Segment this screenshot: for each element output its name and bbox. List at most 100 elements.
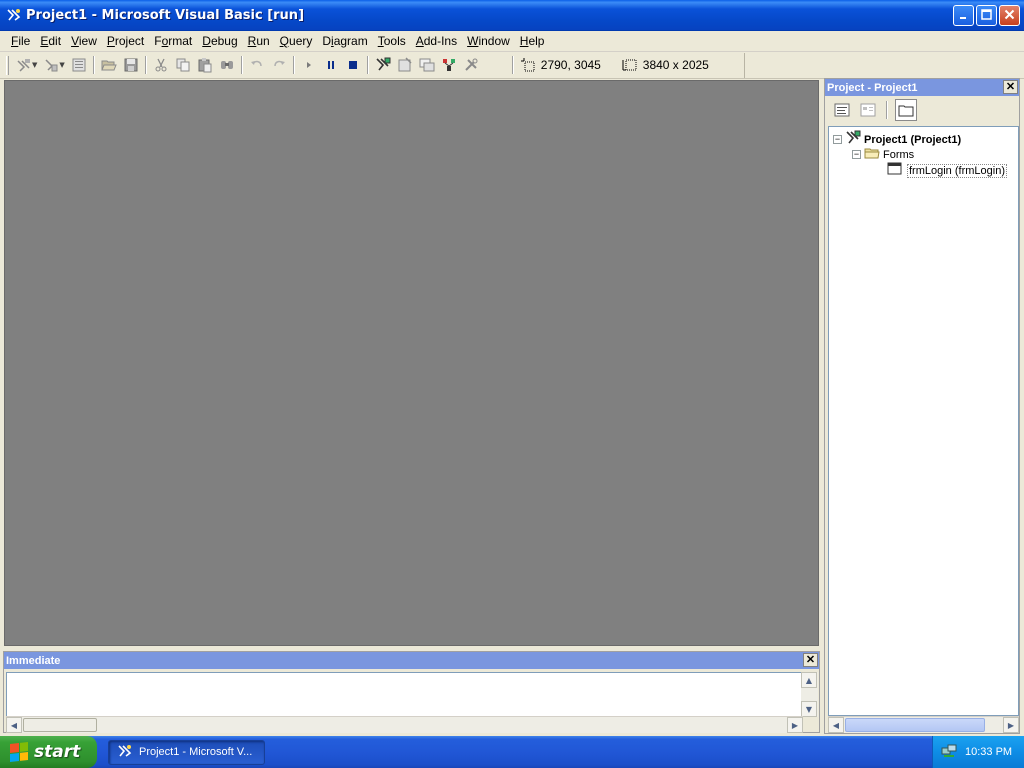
mdi-workspace[interactable] — [4, 80, 819, 646]
close-icon — [1004, 9, 1015, 23]
toggle-folders-icon[interactable] — [895, 99, 917, 121]
view-code-icon[interactable] — [831, 99, 853, 121]
start-button[interactable]: start — [0, 736, 97, 768]
project-explorer-panel: Project - Project1 ✕ − Project1 (Project… — [824, 78, 1020, 734]
form-layout-icon[interactable] — [416, 54, 438, 76]
position-readout: 2790, 3045 — [540, 58, 601, 72]
scrollbar-thumb[interactable] — [23, 718, 97, 732]
menu-format[interactable]: Format — [149, 34, 197, 48]
cut-icon[interactable] — [150, 54, 172, 76]
clock[interactable]: 10:33 PM — [965, 746, 1012, 758]
pause-icon[interactable] — [320, 54, 342, 76]
save-icon[interactable] — [120, 54, 142, 76]
collapse-icon[interactable]: − — [852, 150, 861, 159]
project-explorer-titlebar[interactable]: Project - Project1 ✕ — [825, 79, 1019, 96]
system-tray: 10:33 PM — [932, 736, 1024, 768]
project-tree[interactable]: − Project1 (Project1) − Forms frmLogin (… — [828, 126, 1019, 716]
properties-window-icon[interactable] — [394, 54, 416, 76]
collapse-icon[interactable]: − — [833, 135, 842, 144]
windows-logo-icon — [10, 742, 28, 762]
menu-project[interactable]: Project — [102, 34, 149, 48]
scroll-right-icon[interactable]: ▶ — [1003, 717, 1019, 733]
tree-item-forms-folder[interactable]: − Forms — [852, 146, 914, 163]
view-object-icon[interactable] — [857, 99, 879, 121]
scroll-right-icon[interactable]: ▶ — [787, 717, 803, 733]
project-explorer-icon[interactable] — [372, 54, 394, 76]
taskbar: start Project1 - Microsoft V... 10:33 PM — [0, 736, 1024, 768]
menu-tools[interactable]: Tools — [373, 34, 411, 48]
immediate-horizontal-scrollbar[interactable]: ◀ ▶ — [6, 716, 803, 733]
network-icon[interactable] — [941, 743, 957, 762]
menu-diagram[interactable]: Diagram — [317, 34, 372, 48]
stop-icon[interactable] — [342, 54, 364, 76]
vb-app-icon — [6, 7, 22, 23]
scrollbar-thumb[interactable] — [845, 718, 985, 732]
redo-icon[interactable] — [268, 54, 290, 76]
immediate-input[interactable] — [6, 672, 803, 717]
toolbar-grip[interactable] — [6, 55, 9, 75]
menu-editor-icon[interactable] — [68, 54, 90, 76]
menu-add-ins[interactable]: Add-Ins — [411, 34, 462, 48]
dropdown-arrow-icon[interactable]: ▼ — [59, 61, 64, 69]
close-icon: ✕ — [805, 653, 816, 666]
scroll-left-icon[interactable]: ◀ — [828, 717, 844, 733]
tree-label-forms: Forms — [883, 148, 915, 161]
minimize-button[interactable] — [953, 5, 974, 26]
menu-window[interactable]: Window — [462, 34, 515, 48]
toolbar-separator — [511, 56, 514, 74]
toolbar-separator — [292, 56, 295, 74]
window-title: Project1 - Microsoft Visual Basic [run] — [26, 7, 305, 23]
title-bar: Project1 - Microsoft Visual Basic [run] — [0, 0, 1024, 31]
toolbar-separator — [92, 56, 95, 74]
project-explorer-close-button[interactable]: ✕ — [1003, 80, 1018, 94]
maximize-button[interactable] — [976, 5, 997, 26]
toolbar-band: ▼ ▼ 2790, 3045 3840 x 2025 — [0, 52, 745, 78]
minimize-icon — [959, 9, 969, 23]
toolbar-separator — [144, 56, 147, 74]
scroll-down-icon[interactable]: ▼ — [801, 701, 817, 717]
close-button[interactable] — [999, 5, 1020, 26]
toolbar-separator — [240, 56, 243, 74]
find-icon[interactable] — [216, 54, 238, 76]
vb-app-icon — [117, 743, 133, 762]
menu-file[interactable]: File — [6, 34, 35, 48]
menu-debug[interactable]: Debug — [197, 34, 242, 48]
toolbox-icon[interactable] — [460, 54, 482, 76]
menu-edit[interactable]: Edit — [35, 34, 66, 48]
immediate-vertical-scrollbar[interactable]: ▲ ▼ — [801, 672, 818, 717]
menu-bar: File Edit View Project Format Debug Run … — [0, 31, 1024, 52]
size-readout: 3840 x 2025 — [642, 58, 709, 72]
scroll-up-icon[interactable]: ▲ — [801, 672, 817, 688]
project-explorer-toolbar — [825, 96, 1019, 124]
paste-icon[interactable] — [194, 54, 216, 76]
toolbar-separator — [886, 101, 888, 119]
tree-label-frmlogin: frmLogin (frmLogin) — [907, 163, 1007, 178]
standard-toolbar: ▼ ▼ 2790, 3045 3840 x 2025 — [0, 52, 1024, 79]
taskbar-button-label: Project1 - Microsoft V... — [139, 746, 253, 758]
undo-icon[interactable] — [246, 54, 268, 76]
immediate-panel: Immediate ✕ ▲ ▼ ◀ ▶ — [3, 651, 820, 733]
dropdown-arrow-icon[interactable]: ▼ — [32, 61, 37, 69]
immediate-close-button[interactable]: ✕ — [803, 653, 818, 667]
immediate-titlebar[interactable]: Immediate ✕ — [4, 652, 819, 669]
scroll-left-icon[interactable]: ◀ — [6, 717, 22, 733]
position-icon — [517, 54, 539, 76]
toolbar-separator — [366, 56, 369, 74]
project-horizontal-scrollbar[interactable]: ◀ ▶ — [828, 716, 1019, 733]
folder-icon — [864, 146, 880, 163]
open-folder-icon[interactable] — [98, 54, 120, 76]
form-icon — [887, 162, 903, 179]
tree-item-frmlogin[interactable]: frmLogin (frmLogin) — [887, 162, 1007, 179]
object-browser-icon[interactable] — [438, 54, 460, 76]
taskbar-button-vb[interactable]: Project1 - Microsoft V... — [108, 739, 265, 765]
size-icon — [619, 54, 641, 76]
menu-view[interactable]: View — [66, 34, 102, 48]
project-explorer-title: Project - Project1 — [827, 81, 918, 94]
run-icon[interactable] — [298, 54, 320, 76]
menu-help[interactable]: Help — [515, 34, 550, 48]
menu-query[interactable]: Query — [275, 34, 318, 48]
window-controls — [953, 5, 1020, 26]
copy-icon[interactable] — [172, 54, 194, 76]
start-label: start — [34, 742, 81, 762]
menu-run[interactable]: Run — [243, 34, 275, 48]
